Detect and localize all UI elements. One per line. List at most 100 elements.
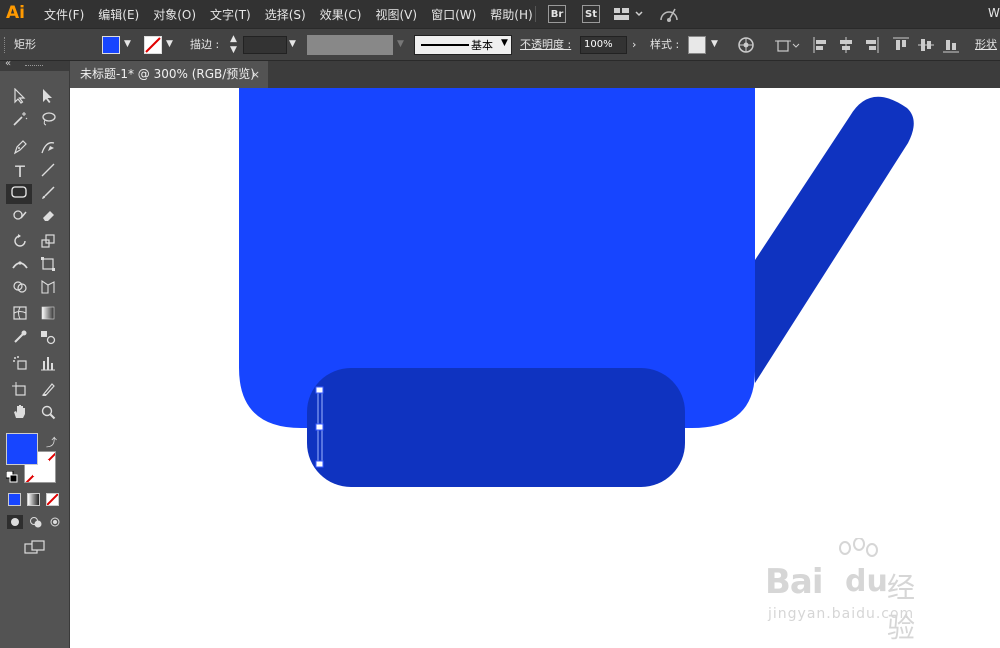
- opacity-label[interactable]: 不透明度 :: [520, 29, 571, 60]
- align-horizontal-center-icon[interactable]: [838, 37, 854, 56]
- menu-help[interactable]: 帮助(H): [490, 6, 532, 23]
- scale-tool-icon[interactable]: [36, 233, 60, 253]
- watermark-logo-suffix: du: [845, 564, 888, 599]
- workspace-layout-icon[interactable]: [614, 7, 644, 24]
- line-segment-tool-icon[interactable]: [36, 162, 60, 182]
- menu-type[interactable]: 文字(T): [210, 6, 251, 23]
- collapse-panel-icon[interactable]: «: [5, 58, 11, 69]
- curvature-tool-icon[interactable]: [36, 139, 60, 159]
- graphic-style-swatch[interactable]: [688, 36, 706, 54]
- style-dropdown-chevron-icon[interactable]: ▼: [711, 29, 718, 60]
- stock-button[interactable]: St: [582, 5, 600, 23]
- watermark-logo-text: Bai: [765, 562, 824, 602]
- brush-profile-label: 基本: [471, 39, 493, 52]
- menu-window[interactable]: 窗口(W): [431, 6, 476, 23]
- stroke-label: 描边 :: [190, 38, 220, 51]
- workspace-label[interactable]: W: [988, 6, 1000, 20]
- align-top-icon[interactable]: [893, 37, 909, 56]
- fill-dropdown-chevron-icon[interactable]: ▼: [124, 29, 131, 60]
- default-fill-stroke-icon[interactable]: [5, 470, 18, 486]
- width-tool-icon[interactable]: [8, 256, 32, 276]
- direct-selection-tool-icon[interactable]: [36, 88, 60, 108]
- variable-width-chevron-icon[interactable]: ▼: [397, 29, 404, 60]
- menu-edit[interactable]: 编辑(E): [98, 6, 139, 23]
- shape-properties-link[interactable]: 形状: [975, 29, 997, 60]
- document-tab[interactable]: 未标题-1* @ 300% (RGB/预览) ×: [70, 61, 268, 88]
- gradient-tool-icon[interactable]: [36, 305, 60, 325]
- recolor-artwork-icon[interactable]: [738, 37, 754, 56]
- zoom-tool-icon[interactable]: [36, 404, 60, 424]
- hand-tool-icon[interactable]: [8, 404, 32, 424]
- menu-view[interactable]: 视图(V): [375, 6, 417, 23]
- transform-options-icon[interactable]: [775, 37, 801, 56]
- symbol-sprayer-tool-icon[interactable]: [8, 355, 32, 375]
- lasso-tool-icon[interactable]: [36, 111, 60, 131]
- diagonal-handle-shape[interactable]: [755, 96, 914, 383]
- mesh-tool-icon[interactable]: [8, 305, 32, 325]
- panel-grip[interactable]: [25, 65, 43, 68]
- menu-effect[interactable]: 效果(C): [320, 6, 362, 23]
- fill-swatch[interactable]: [102, 36, 120, 54]
- tools-panel-header: «: [0, 58, 69, 71]
- type-tool-icon[interactable]: T: [8, 162, 32, 182]
- selection-handle-bottom[interactable]: [315, 460, 324, 468]
- menu-object[interactable]: 对象(O): [153, 6, 196, 23]
- artboard-tool-icon[interactable]: [8, 381, 32, 401]
- menu-list: 文件(F) 编辑(E) 对象(O) 文字(T) 选择(S) 效果(C) 视图(V) 窗口(W)…: [44, 6, 547, 23]
- eyedropper-tool-icon[interactable]: [8, 329, 32, 349]
- paintbrush-tool-icon[interactable]: [36, 185, 60, 205]
- menu-select[interactable]: 选择(S): [265, 6, 306, 23]
- align-left-icon[interactable]: [813, 37, 829, 56]
- stroke-dropdown-chevron-icon[interactable]: ▼: [166, 29, 173, 60]
- control-bar-grip[interactable]: [4, 37, 7, 53]
- gpu-performance-icon[interactable]: [659, 5, 681, 26]
- watermark-url: jingyan.baidu.com: [768, 606, 915, 622]
- shaper-tool-icon[interactable]: [8, 207, 32, 227]
- close-tab-icon[interactable]: ×: [251, 61, 260, 88]
- stroke-line-preview: [421, 44, 469, 46]
- fill-color-swatch[interactable]: [6, 433, 38, 465]
- tools-panel: « T ⤴: [0, 58, 70, 648]
- draw-normal-button[interactable]: [7, 515, 23, 529]
- pen-tool-icon[interactable]: [8, 139, 32, 159]
- perspective-grid-tool-icon[interactable]: [36, 279, 60, 299]
- column-graph-tool-icon[interactable]: [36, 355, 60, 375]
- stroke-weight-input[interactable]: [243, 36, 287, 54]
- eraser-tool-icon[interactable]: [36, 207, 60, 227]
- stroke-swatch[interactable]: [144, 36, 162, 54]
- opacity-expand-chevron-icon[interactable]: ›: [632, 29, 636, 60]
- selection-tool-icon[interactable]: [8, 87, 32, 108]
- style-label: 样式 :: [650, 38, 680, 51]
- brush-dropdown-chevron-icon: ▼: [501, 38, 508, 48]
- rotate-tool-icon[interactable]: [8, 233, 32, 253]
- variable-width-profile[interactable]: [307, 35, 393, 55]
- bridge-button[interactable]: Br: [548, 5, 566, 23]
- align-vertical-center-icon[interactable]: [918, 37, 934, 56]
- selected-rounded-rectangle[interactable]: [307, 368, 685, 487]
- swap-fill-stroke-icon[interactable]: ⤴: [46, 434, 57, 450]
- selection-handle-middle[interactable]: [315, 423, 324, 431]
- opacity-input[interactable]: 100%: [580, 36, 627, 54]
- brush-profile-dropdown[interactable]: 基本 ▼: [414, 35, 512, 55]
- draw-inside-button[interactable]: [47, 515, 63, 529]
- magic-wand-tool-icon[interactable]: [8, 111, 32, 131]
- gradient-mode-button[interactable]: [27, 493, 40, 506]
- menu-bar: Ai 文件(F) 编辑(E) 对象(O) 文字(T) 选择(S) 效果(C) 视图(V) 窗口…: [0, 0, 1000, 28]
- align-bottom-icon[interactable]: [943, 37, 959, 56]
- change-screen-mode-icon[interactable]: [24, 539, 46, 558]
- color-mode-button[interactable]: [8, 493, 21, 506]
- object-type-label: 矩形: [14, 38, 36, 51]
- shape-builder-tool-icon[interactable]: [8, 279, 32, 299]
- menu-divider: [535, 6, 536, 22]
- none-slash-icon: [47, 494, 58, 505]
- draw-behind-button[interactable]: [28, 515, 44, 529]
- align-right-icon[interactable]: [863, 37, 879, 56]
- blend-tool-icon[interactable]: [36, 329, 60, 349]
- selection-handle-top[interactable]: [315, 386, 324, 394]
- none-mode-button[interactable]: [46, 493, 59, 506]
- slice-tool-icon[interactable]: [36, 381, 60, 401]
- stroke-weight-dropdown-chevron-icon[interactable]: ▼: [289, 29, 296, 60]
- rounded-rectangle-tool-icon[interactable]: [6, 184, 32, 204]
- free-transform-tool-icon[interactable]: [36, 256, 60, 276]
- menu-file[interactable]: 文件(F): [44, 6, 84, 23]
